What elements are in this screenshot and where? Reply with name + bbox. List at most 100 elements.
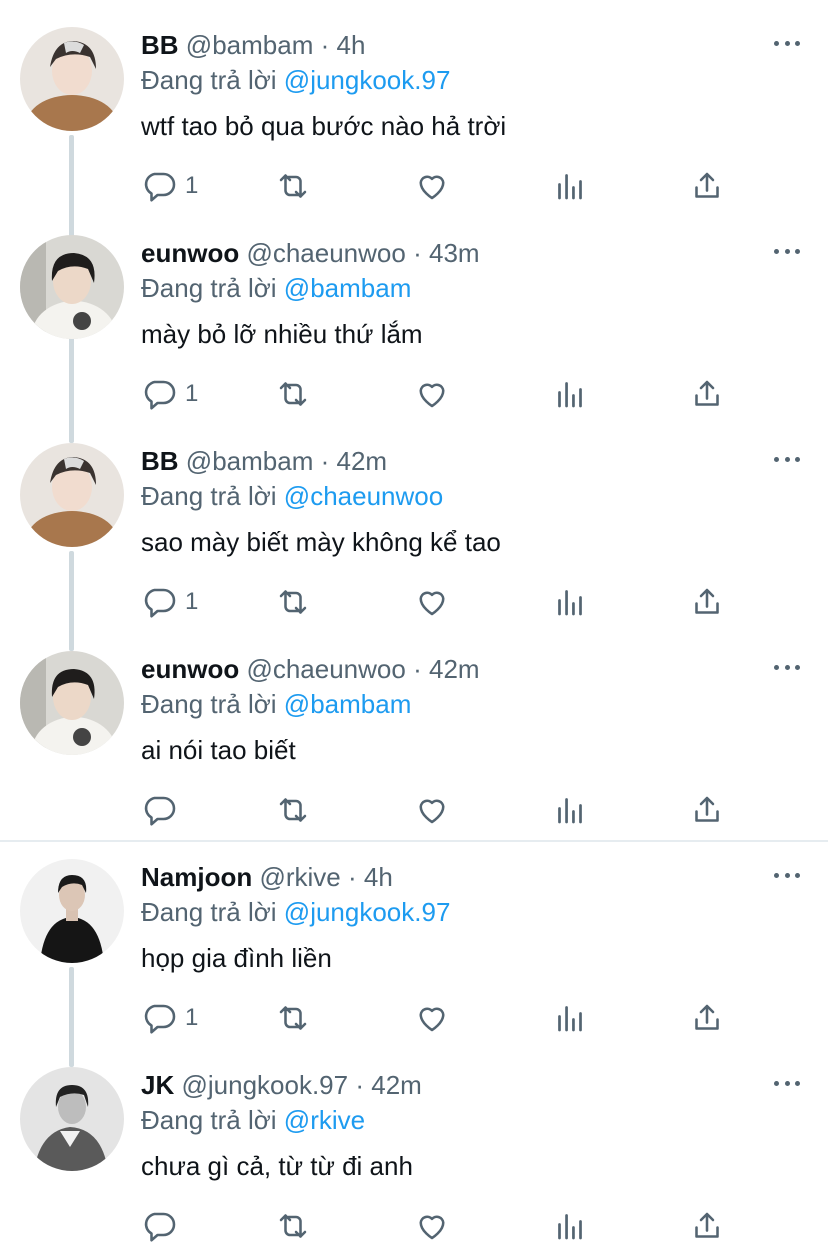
retweet-button[interactable] bbox=[275, 376, 311, 412]
user-handle[interactable]: @rkive bbox=[259, 862, 340, 892]
tweet-header: BB @bambam · 42m bbox=[141, 446, 387, 476]
avatar[interactable] bbox=[20, 859, 124, 963]
reply-button[interactable] bbox=[141, 792, 185, 828]
reply-icon bbox=[144, 1212, 176, 1242]
reply-count: 1 bbox=[185, 172, 199, 199]
replying-to-label: Đang trả lời bbox=[141, 1105, 277, 1135]
share-button[interactable] bbox=[689, 1208, 725, 1244]
like-button[interactable] bbox=[414, 376, 450, 412]
tweet-text: họp gia đình liền bbox=[141, 943, 332, 973]
user-handle[interactable]: @jungkook.97 bbox=[181, 1070, 348, 1100]
display-name[interactable]: BB bbox=[141, 446, 179, 476]
share-icon bbox=[695, 172, 719, 198]
more-icon[interactable] bbox=[774, 1076, 800, 1090]
share-icon bbox=[695, 588, 719, 614]
analytics-button[interactable] bbox=[552, 1000, 588, 1036]
replying-to: Đang trả lời @jungkook.97 bbox=[141, 896, 450, 928]
analytics-icon bbox=[558, 798, 582, 824]
more-icon[interactable] bbox=[774, 452, 800, 466]
reply-button[interactable] bbox=[141, 1208, 185, 1244]
display-name[interactable]: Namjoon bbox=[141, 862, 252, 892]
timestamp[interactable]: 4h bbox=[364, 862, 393, 892]
display-name[interactable]: eunwoo bbox=[141, 654, 239, 684]
retweet-button[interactable] bbox=[275, 792, 311, 828]
like-icon bbox=[419, 175, 445, 200]
retweet-button[interactable] bbox=[275, 168, 311, 204]
tweet[interactable]: eunwoo @chaeunwoo · 42m Đang trả lời @ba… bbox=[0, 624, 828, 832]
tweet-text: ai nói tao biết bbox=[141, 735, 296, 765]
retweet-button[interactable] bbox=[275, 584, 311, 620]
display-name[interactable]: eunwoo bbox=[141, 238, 239, 268]
user-handle[interactable]: @bambam bbox=[186, 30, 314, 60]
reply-button[interactable]: 1 bbox=[141, 168, 198, 204]
action-bar: 1 bbox=[141, 376, 741, 412]
like-button[interactable] bbox=[414, 1000, 450, 1036]
tweet[interactable]: BB @bambam · 42m Đang trả lời @chaeunwoo… bbox=[0, 416, 828, 624]
like-button[interactable] bbox=[414, 1208, 450, 1244]
action-bar bbox=[141, 1208, 741, 1244]
reply-icon bbox=[144, 172, 176, 202]
retweet-button[interactable] bbox=[275, 1000, 311, 1036]
separator-dot: · bbox=[413, 238, 422, 268]
action-bar: 1 bbox=[141, 168, 741, 204]
tweet-text: wtf tao bỏ qua bước nào hả trời bbox=[141, 111, 507, 141]
avatar[interactable] bbox=[20, 1067, 124, 1171]
reply-button[interactable]: 1 bbox=[141, 376, 198, 412]
reply-button[interactable]: 1 bbox=[141, 584, 198, 620]
retweet-button[interactable] bbox=[275, 1208, 311, 1244]
like-button[interactable] bbox=[414, 792, 450, 828]
tweet[interactable]: Namjoon @rkive · 4h Đang trả lời @jungko… bbox=[0, 832, 828, 1040]
reply-count: 1 bbox=[185, 588, 199, 615]
like-icon bbox=[419, 1007, 445, 1032]
timestamp[interactable]: 42m bbox=[337, 446, 388, 476]
more-icon[interactable] bbox=[774, 660, 800, 674]
mention-link[interactable]: @jungkook.97 bbox=[284, 897, 451, 927]
tweet[interactable]: JK @jungkook.97 · 42m Đang trả lời @rkiv… bbox=[0, 1040, 828, 1248]
like-icon bbox=[419, 591, 445, 616]
share-button[interactable] bbox=[689, 376, 725, 412]
analytics-button[interactable] bbox=[552, 792, 588, 828]
mention-link[interactable]: @bambam bbox=[284, 273, 412, 303]
timestamp[interactable]: 42m bbox=[429, 654, 480, 684]
analytics-button[interactable] bbox=[552, 584, 588, 620]
avatar[interactable] bbox=[20, 651, 124, 755]
more-icon[interactable] bbox=[774, 244, 800, 258]
timestamp[interactable]: 43m bbox=[429, 238, 480, 268]
avatar[interactable] bbox=[20, 443, 124, 547]
mention-link[interactable]: @chaeunwoo bbox=[284, 481, 443, 511]
like-button[interactable] bbox=[414, 168, 450, 204]
share-button[interactable] bbox=[689, 168, 725, 204]
replying-to: Đang trả lời @chaeunwoo bbox=[141, 480, 443, 512]
more-icon[interactable] bbox=[774, 36, 800, 50]
timestamp[interactable]: 4h bbox=[337, 30, 366, 60]
user-handle[interactable]: @bambam bbox=[186, 446, 314, 476]
display-name[interactable]: BB bbox=[141, 30, 179, 60]
tweet-header: Namjoon @rkive · 4h bbox=[141, 862, 393, 892]
user-handle[interactable]: @chaeunwoo bbox=[246, 654, 405, 684]
analytics-icon bbox=[558, 1214, 582, 1240]
analytics-icon bbox=[558, 1006, 582, 1032]
tweet[interactable]: eunwoo @chaeunwoo · 43m Đang trả lời @ba… bbox=[0, 208, 828, 416]
analytics-button[interactable] bbox=[552, 168, 588, 204]
analytics-button[interactable] bbox=[552, 376, 588, 412]
mention-link[interactable]: @jungkook.97 bbox=[284, 65, 451, 95]
avatar[interactable] bbox=[20, 235, 124, 339]
timestamp[interactable]: 42m bbox=[371, 1070, 422, 1100]
analytics-button[interactable] bbox=[552, 1208, 588, 1244]
replying-to-label: Đang trả lời bbox=[141, 273, 277, 303]
retweet-icon bbox=[279, 590, 307, 614]
display-name[interactable]: JK bbox=[141, 1070, 174, 1100]
tweet-text: chưa gì cả, từ từ đi anh bbox=[141, 1151, 413, 1181]
share-button[interactable] bbox=[689, 1000, 725, 1036]
mention-link[interactable]: @bambam bbox=[284, 689, 412, 719]
reply-button[interactable]: 1 bbox=[141, 1000, 198, 1036]
more-icon[interactable] bbox=[774, 868, 800, 882]
tweet[interactable]: BB @bambam · 4h Đang trả lời @jungkook.9… bbox=[0, 0, 828, 208]
mention-link[interactable]: @rkive bbox=[284, 1105, 365, 1135]
share-button[interactable] bbox=[689, 792, 725, 828]
user-handle[interactable]: @chaeunwoo bbox=[246, 238, 405, 268]
like-button[interactable] bbox=[414, 584, 450, 620]
share-button[interactable] bbox=[689, 584, 725, 620]
share-icon bbox=[695, 1212, 719, 1238]
avatar[interactable] bbox=[20, 27, 124, 131]
